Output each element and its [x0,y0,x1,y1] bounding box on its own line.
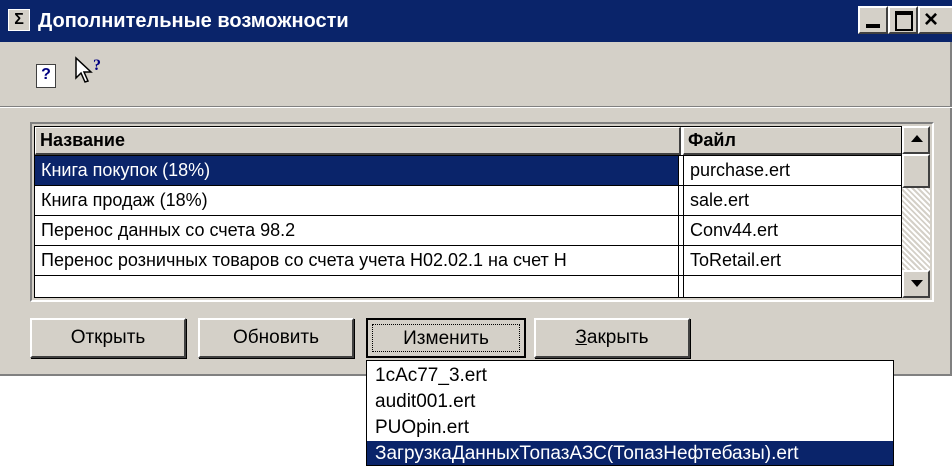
column-header-file[interactable]: Файл [683,127,901,155]
cell-file: ToRetail.ert [683,246,901,275]
extensions-table: Название Файл Книга покупок (18%) purcha… [30,122,934,302]
scroll-down-button[interactable] [902,270,930,298]
cell-file: sale.ert [683,186,901,215]
edit-button-label: Изменить [372,324,520,352]
toolbar-separator [0,106,952,108]
svg-text:?: ? [93,57,101,74]
table-row[interactable]: Книга продаж (18%) sale.ert [35,185,901,215]
minimize-button[interactable] [858,6,888,34]
arrow-up-icon [911,135,923,142]
scroll-up-button[interactable] [902,126,930,154]
close-button-accelerator: З [575,327,587,348]
cell-name: Перенос розничных товаров со счета учета… [35,246,679,275]
cell-name: Перенос данных со счета 98.2 [35,216,679,245]
scroll-thumb[interactable] [902,154,930,188]
cell-file [683,276,901,297]
cell-name [35,276,679,297]
table-body: Название Файл Книга покупок (18%) purcha… [34,126,902,298]
close-button[interactable]: Закрыть [534,318,690,358]
vertical-scrollbar[interactable] [902,126,930,298]
table-row-empty[interactable] [35,275,901,297]
table-row[interactable]: Книга покупок (18%) purchase.ert [35,155,901,185]
dropdown-item[interactable]: audit001.ert [367,389,887,415]
dropdown-item[interactable]: 1cAc77_3.ert [367,363,887,389]
help-icon[interactable]: ? [36,64,56,88]
close-icon: × [924,6,939,33]
edit-button[interactable]: Изменить [366,318,526,358]
arrow-down-icon [911,280,923,287]
sigma-app-icon[interactable]: Σ [8,9,30,31]
window-title: Дополнительные возможности [38,10,349,32]
title-bar[interactable]: Σ Дополнительные возможности × [0,0,952,42]
open-button[interactable]: Открыть [30,318,186,358]
close-button-label: акрыть [586,327,649,348]
refresh-button[interactable]: Обновить [198,318,354,358]
dropdown-item[interactable]: PUOpin.ert [367,415,887,441]
close-window-button[interactable]: × [918,6,952,34]
column-header-name[interactable]: Название [35,127,681,155]
cell-file: purchase.ert [683,156,901,185]
maximize-button[interactable] [888,6,918,34]
edit-dropdown-menu: 1cAc77_3.ert audit001.ert PUOpin.ert Заг… [366,360,894,466]
cell-file: Conv44.ert [683,216,901,245]
cell-name: Книга покупок (18%) [35,156,679,185]
cell-name: Книга продаж (18%) [35,186,679,215]
table-row[interactable]: Перенос розничных товаров со счета учета… [35,245,901,275]
dialog-window: Σ Дополнительные возможности × ? ? Назва… [0,0,952,376]
whats-this-pointer-icon[interactable]: ? [74,56,110,88]
dropdown-item-selected[interactable]: ЗагрузкаДанныхТопазАЗС(ТопазНефтебазы).e… [367,441,893,465]
table-row[interactable]: Перенос данных со счета 98.2 Conv44.ert [35,215,901,245]
